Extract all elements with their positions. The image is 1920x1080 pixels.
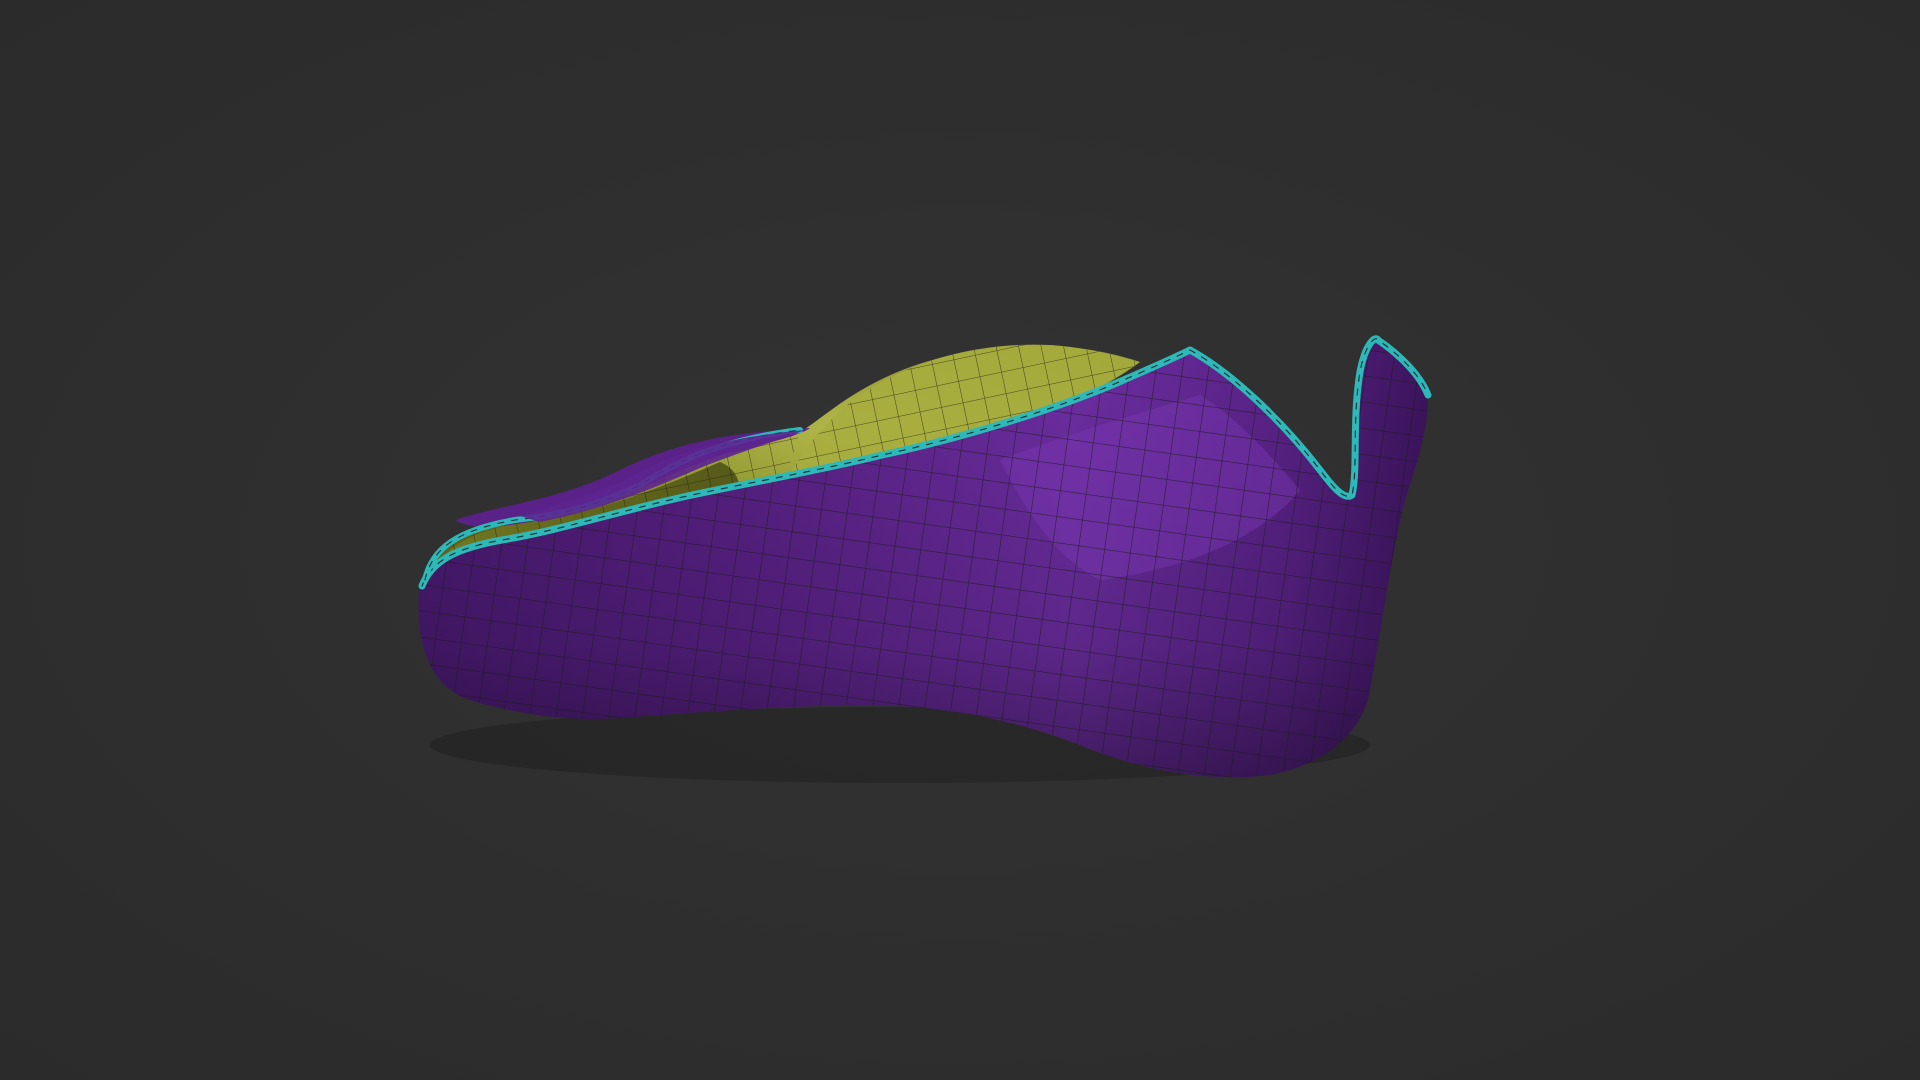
3d-viewport[interactable]: [0, 0, 1920, 1080]
hat-model-render[interactable]: [0, 0, 1920, 1080]
